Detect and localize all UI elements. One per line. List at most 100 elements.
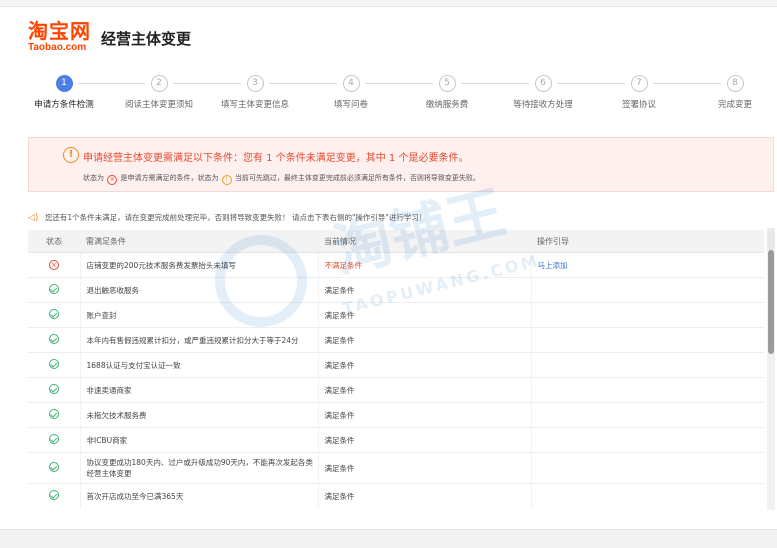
table-row: 本年内有售假违规累计扣分，或严重违规累计扣分大于等于24分 满足条件 (28, 327, 764, 353)
notice-line: ◁) 您还有1个条件未满足，请在变更完成前处理完毕，否则将导致变更失败！ 请点击… (28, 212, 426, 223)
header-status: 状态 (28, 230, 80, 253)
condition-cell: 非速卖通商家 (80, 377, 319, 403)
step-label: 等待接收方处理 (513, 100, 573, 110)
condition-cell: 店铺变更的200元技术服务费发票抬头未填写 (80, 252, 319, 278)
step-3: 3 填写主体变更信息 (207, 72, 303, 110)
guide-cell (531, 277, 764, 303)
check-icon (48, 462, 59, 472)
condition-cell: 协议变更成功180天内、过户或升级成功90天内，不能再次发起各类经营主体变更 (80, 452, 319, 484)
optional-info-icon: ! (221, 175, 232, 185)
page-title: 经营主体变更 (101, 30, 192, 48)
current-status-cell: 满足条件 (318, 277, 532, 303)
step-4: 4 填写问卷 (303, 72, 399, 110)
table-row: 首次开店成功至今已满365天 满足条件 (28, 483, 764, 508)
current-status-cell: 满足条件 (318, 483, 532, 508)
warning-icon: ! (63, 147, 79, 163)
required-x-icon: × (107, 175, 118, 185)
check-icon (48, 409, 59, 419)
step-number: 5 (438, 75, 456, 92)
bottom-bar (0, 529, 777, 548)
condition-cell: 未拖欠技术服务费 (80, 402, 319, 428)
current-status-cell: 满足条件 (318, 402, 532, 428)
step-label: 完成变更 (717, 100, 752, 110)
step-label: 阅读主体变更须知 (124, 100, 193, 110)
logo-en-text: Taobao.com (28, 42, 87, 53)
table-row: 1688认证与支付宝认证一致 满足条件 (28, 352, 764, 378)
check-icon (48, 490, 59, 500)
conditions-table: 状态 需满足条件 当前情况 操作引导 × 店铺变更的200元技术服务费发票抬头未填… (28, 230, 764, 508)
step-number: 1 (55, 75, 73, 92)
current-status-cell: 满足条件 (318, 352, 532, 378)
check-icon (48, 359, 59, 369)
check-icon (48, 309, 59, 319)
step-label: 签署协议 (621, 100, 656, 110)
step-number: 6 (534, 75, 552, 92)
table-row: 非速卖通商家 满足条件 (28, 377, 764, 403)
status-cell (28, 302, 81, 328)
step-1: 1 申请方条件检测 (16, 72, 112, 110)
header-guide: 操作引导 (531, 230, 764, 253)
step-label: 缴纳服务费 (425, 100, 469, 110)
step-number: 8 (726, 75, 744, 92)
current-status-cell: 不满足条件 (318, 252, 532, 278)
table-row: 协议变更成功180天内、过户或升级成功90天内，不能再次发起各类经营主体变更 满足… (28, 452, 764, 484)
step-number: 4 (342, 75, 360, 92)
condition-cell: 账户查封 (80, 302, 319, 328)
check-icon (48, 284, 59, 294)
scrollbar-cap (767, 228, 775, 250)
table-header-row: 状态 需满足条件 当前情况 操作引导 (28, 230, 764, 253)
table-row: 账户查封 满足条件 (28, 302, 764, 328)
step-8: 8 完成变更 (687, 72, 777, 110)
current-status-cell: 满足条件 (318, 327, 532, 353)
status-cell (28, 427, 81, 453)
status-cell (28, 277, 81, 303)
table-row: 非ICBU商家 满足条件 (28, 427, 764, 453)
step-number: 7 (630, 75, 648, 92)
status-cell (28, 483, 81, 508)
step-label: 填写主体变更信息 (220, 100, 289, 110)
current-status-cell: 满足条件 (318, 427, 532, 453)
current-status-cell: 满足条件 (318, 302, 532, 328)
condition-cell: 本年内有售假违规累计扣分，或严重违规累计扣分大于等于24分 (80, 327, 319, 353)
table-row: × 店铺变更的200元技术服务费发票抬头未填写 不满足条件 马上添加 (28, 252, 764, 278)
condition-cell: 1688认证与支付宝认证一致 (80, 352, 319, 378)
guide-cell (531, 352, 764, 378)
condition-cell: 首次开店成功至今已满365天 (80, 483, 319, 508)
guide-cell (531, 427, 764, 453)
condition-cell: 非ICBU商家 (80, 427, 319, 453)
guide-cell: 马上添加 (531, 252, 764, 278)
header-condition: 需满足条件 (80, 230, 318, 253)
table-scrollbar[interactable] (767, 228, 775, 510)
top-site-bar (0, 0, 777, 7)
check-icon (48, 434, 59, 444)
guide-cell (531, 302, 764, 328)
scrollbar-thumb[interactable] (768, 250, 774, 354)
add-now-link[interactable]: 马上添加 (538, 261, 568, 270)
status-cell (28, 402, 81, 428)
speaker-icon: ◁) (28, 213, 39, 223)
status-cell (28, 352, 81, 378)
step-number: 3 (246, 75, 264, 92)
step-6: 6 等待接收方处理 (495, 72, 591, 110)
status-cell (28, 452, 81, 484)
check-icon (48, 384, 59, 394)
step-5: 5 缴纳服务费 (399, 72, 495, 110)
condition-alert: ! 申请经营主体变更需满足以下条件：您有 1 个条件未满足变更，其中 1 个是必… (28, 137, 774, 192)
notice-text: 您还有1个条件未满足，请在变更完成前处理完毕，否则将导致变更失败！ 请点击下表右… (44, 213, 427, 222)
taobao-logo[interactable]: 淘宝网 Taobao.com (28, 20, 91, 54)
step-label: 申请方条件检测 (34, 100, 94, 110)
guide-cell (531, 327, 764, 353)
guide-cell (531, 377, 764, 403)
step-2: 2 阅读主体变更须知 (111, 72, 207, 110)
status-cell (28, 327, 81, 353)
check-icon (48, 334, 59, 344)
progress-steps: 1 申请方条件检测 2 阅读主体变更须知 3 填写主体变更信息 4 填写问卷 5 缴纳服务费 6 等待… (0, 72, 777, 112)
step-7: 7 签署协议 (591, 72, 687, 110)
status-cell: × (28, 252, 81, 278)
step-number: 2 (150, 75, 168, 92)
fail-x-icon: × (48, 260, 59, 270)
alert-sub-prefix: 状态为 (83, 174, 104, 182)
alert-sub-mid: 是申请方需满足的条件，状态为 (120, 174, 219, 182)
header-current: 当前情况 (318, 230, 531, 253)
condition-cell: 退出触恶收服务 (80, 277, 319, 303)
